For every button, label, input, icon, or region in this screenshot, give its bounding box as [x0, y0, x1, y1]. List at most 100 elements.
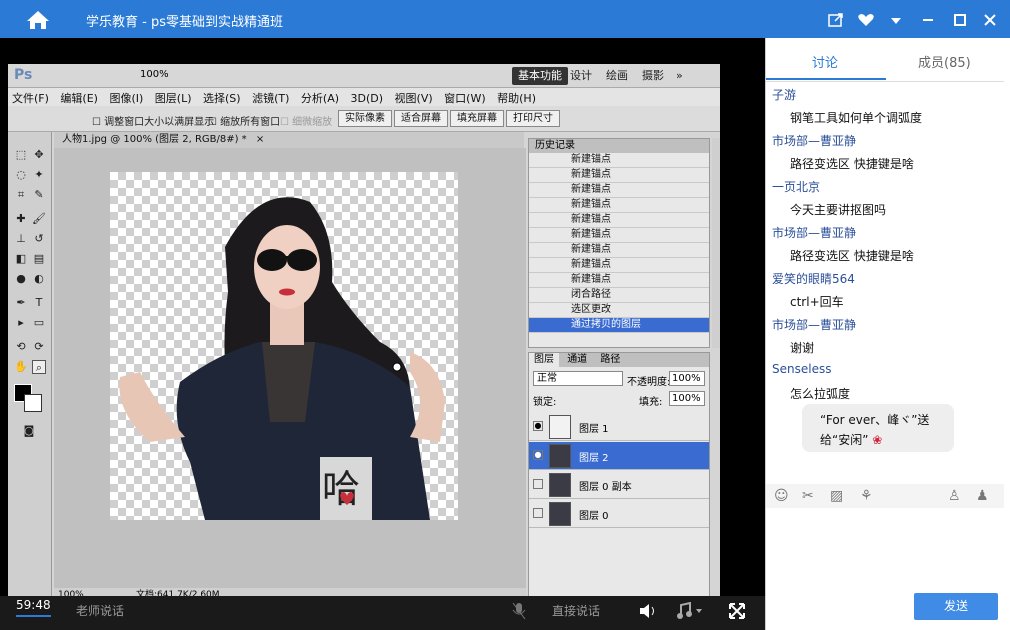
crop-tool-icon[interactable]: ⌗: [14, 188, 28, 202]
tab-layers[interactable]: 图层: [529, 353, 559, 367]
history-item[interactable]: 新建锚点: [529, 183, 709, 198]
send-button[interactable]: 发送: [914, 593, 998, 620]
tab-channels[interactable]: 通道: [562, 353, 592, 367]
teacher-speak-label[interactable]: 老师说话: [76, 602, 124, 619]
zoom-tool-icon[interactable]: ⌕: [32, 360, 46, 374]
ws-photo-button[interactable]: 摄影: [636, 67, 670, 85]
ws-more-button[interactable]: »: [670, 67, 689, 85]
menu-view[interactable]: 视图(V): [391, 88, 437, 108]
tab-members[interactable]: 成员(85): [918, 52, 971, 71]
layer-visibility-icon[interactable]: [533, 479, 543, 489]
quick-mask-icon[interactable]: ◙: [22, 424, 36, 438]
history-item[interactable]: 新建锚点: [529, 153, 709, 168]
menu-help[interactable]: 帮助(H): [493, 88, 540, 108]
minimize-icon[interactable]: [918, 10, 938, 30]
history-item[interactable]: 新建锚点: [529, 228, 709, 243]
menu-analysis[interactable]: 分析(A): [297, 88, 343, 108]
chat-username[interactable]: 子游: [772, 86, 796, 103]
user-icon[interactable]: ♙: [948, 488, 961, 504]
history-brush-icon[interactable]: ↺: [32, 232, 46, 246]
close-icon[interactable]: [980, 10, 1000, 30]
menu-edit[interactable]: 编辑(E): [56, 88, 102, 108]
3d-orbit-icon[interactable]: ⟳: [32, 340, 46, 354]
eyedropper-icon[interactable]: ✎: [32, 188, 46, 202]
history-item[interactable]: 新建锚点: [529, 273, 709, 288]
fill-input[interactable]: 100%: [669, 391, 705, 406]
healing-brush-icon[interactable]: ✚: [14, 212, 28, 226]
tab-paths[interactable]: 路径: [595, 353, 625, 367]
layer-visibility-icon[interactable]: ●: [533, 421, 543, 431]
blend-mode-select[interactable]: 正常: [533, 371, 623, 386]
users-icon[interactable]: ♟: [976, 488, 989, 504]
pen-tool-icon[interactable]: ✒: [14, 296, 28, 310]
history-item[interactable]: 新建锚点: [529, 198, 709, 213]
layer-row[interactable]: 图层 0: [529, 500, 709, 528]
ws-paint-button[interactable]: 绘画: [600, 67, 634, 85]
ws-basic-button[interactable]: 基本功能: [512, 67, 568, 85]
layer-row[interactable]: 图层 0 副本: [529, 471, 709, 499]
path-select-icon[interactable]: ▸: [14, 316, 28, 330]
move-tool-icon[interactable]: ✥: [32, 148, 46, 162]
history-item[interactable]: 新建锚点: [529, 258, 709, 273]
actual-pixels-button[interactable]: 实际像素: [338, 110, 392, 127]
chat-username[interactable]: Senseless: [772, 362, 831, 376]
zoom-all-checkbox[interactable]: ☐ 缩放所有窗口: [208, 113, 280, 128]
brush-tool-icon[interactable]: 🖌: [32, 212, 46, 226]
image-icon[interactable]: ▨: [830, 488, 843, 504]
menu-3d[interactable]: 3D(D): [347, 90, 388, 107]
menu-file[interactable]: 文件(F): [8, 88, 53, 108]
ps-zoom-select[interactable]: 100%: [140, 69, 169, 80]
chat-username[interactable]: 一页北京: [772, 178, 820, 195]
emoji-icon[interactable]: ☺: [774, 488, 789, 504]
menu-filter[interactable]: 滤镜(T): [248, 88, 293, 108]
tab-discussion[interactable]: 讨论: [812, 52, 838, 71]
menu-window[interactable]: 窗口(W): [440, 88, 489, 108]
type-tool-icon[interactable]: T: [32, 296, 46, 310]
opacity-input[interactable]: 100%: [669, 371, 705, 386]
marquee-tool-icon[interactable]: ⬚: [14, 148, 28, 162]
menu-select[interactable]: 选择(S): [199, 88, 245, 108]
canvas[interactable]: 哈: [110, 172, 458, 520]
chat-username[interactable]: 市场部—曹亚静: [772, 316, 856, 333]
fit-screen-button[interactable]: 适合屏幕: [394, 110, 448, 127]
layer-visibility-icon[interactable]: ●: [533, 450, 543, 460]
history-item[interactable]: 选区更改: [529, 303, 709, 318]
direct-speak-label[interactable]: 直接说话: [552, 602, 600, 619]
eraser-tool-icon[interactable]: ◧: [14, 252, 28, 266]
dodge-tool-icon[interactable]: ◐: [32, 272, 46, 286]
history-item[interactable]: 通过拷贝的图层: [529, 318, 709, 333]
fit-window-checkbox[interactable]: ☐ 调整窗口大小以满屏显示: [92, 113, 214, 128]
magic-wand-icon[interactable]: ✦: [32, 168, 46, 182]
ws-design-button[interactable]: 设计: [564, 67, 598, 85]
canvas-area[interactable]: 哈: [54, 148, 526, 588]
chat-username[interactable]: 爱笑的眼睛564: [772, 270, 855, 287]
menu-layer[interactable]: 图层(L): [151, 88, 196, 108]
chat-username[interactable]: 市场部—曹亚静: [772, 132, 856, 149]
volume-icon[interactable]: [638, 602, 658, 623]
scrubby-zoom-checkbox[interactable]: ☐ 细微缩放: [280, 113, 332, 128]
flower-icon[interactable]: ⚘: [860, 488, 873, 504]
blur-tool-icon[interactable]: ●: [14, 272, 28, 286]
layer-row[interactable]: ● 图层 1: [529, 413, 709, 441]
scissors-icon[interactable]: ✂: [802, 488, 814, 504]
history-item[interactable]: 新建锚点: [529, 213, 709, 228]
history-item[interactable]: 新建锚点: [529, 168, 709, 183]
home-button[interactable]: [20, 8, 56, 32]
3d-rotate-icon[interactable]: ⟲: [14, 340, 28, 354]
heart-icon[interactable]: [856, 10, 876, 30]
hand-tool-icon[interactable]: ✋: [14, 360, 28, 374]
close-doc-icon[interactable]: ×: [256, 134, 264, 145]
lasso-tool-icon[interactable]: ◌: [14, 168, 28, 182]
gradient-tool-icon[interactable]: ▤: [32, 252, 46, 266]
background-color[interactable]: [24, 394, 42, 412]
mic-muted-icon[interactable]: [512, 602, 526, 623]
music-icon[interactable]: [676, 601, 706, 623]
layer-row[interactable]: ● 图层 2: [529, 442, 709, 470]
maximize-icon[interactable]: [950, 10, 970, 30]
layer-visibility-icon[interactable]: [533, 508, 543, 518]
shape-tool-icon[interactable]: ▭: [32, 316, 46, 330]
share-icon[interactable]: [826, 10, 846, 30]
chat-username[interactable]: 市场部—曹亚静: [772, 224, 856, 241]
fill-screen-button[interactable]: 填充屏幕: [450, 110, 504, 127]
stamp-tool-icon[interactable]: ⊥: [14, 232, 28, 246]
